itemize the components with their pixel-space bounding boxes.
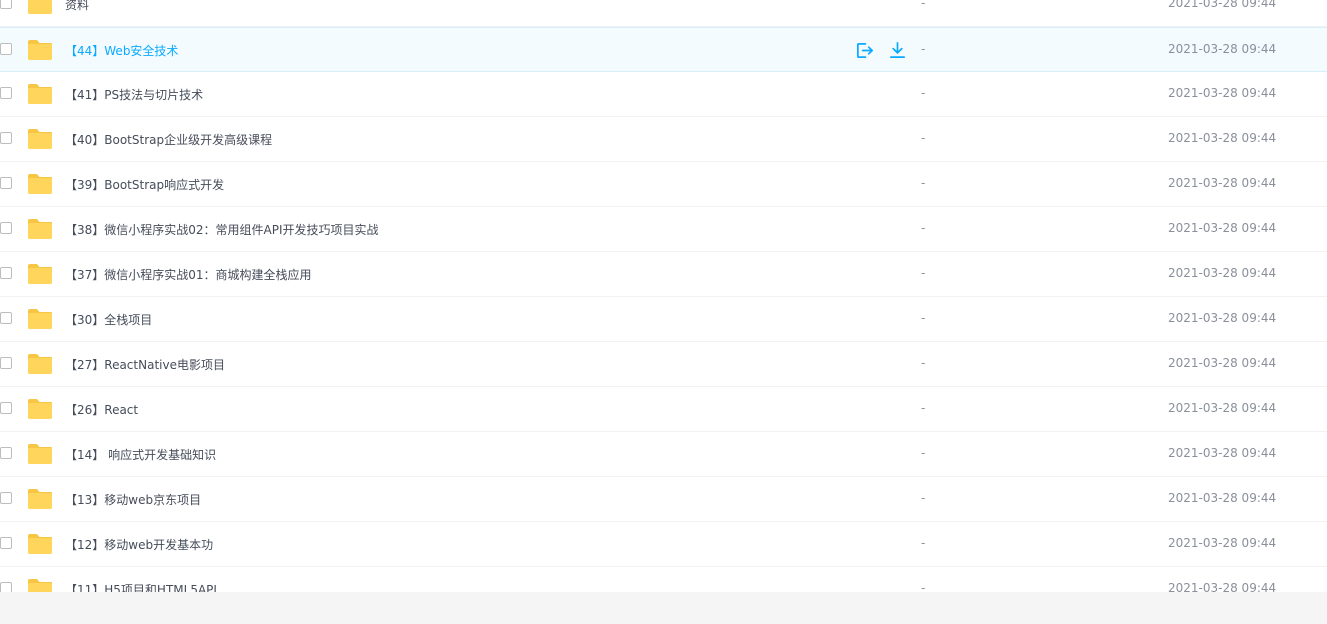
folder-icon [28,534,52,554]
file-row[interactable]: 【41】PS技法与切片技术 - 2021-03-28 09:44 [0,72,1327,117]
file-modified-date: 2021-03-28 09:44 [1168,491,1277,505]
file-size: - [921,311,926,325]
file-size: - [921,42,926,56]
file-name[interactable]: 【37】微信小程序实战01：商城构建全栈应用 [65,266,312,283]
file-modified-date: 2021-03-28 09:44 [1168,86,1277,100]
file-size: - [921,221,926,235]
file-row[interactable]: 【40】BootStrap企业级开发高级课程 - 2021-03-28 09:4… [0,117,1327,162]
file-size: - [921,131,926,145]
file-row[interactable]: 【37】微信小程序实战01：商城构建全栈应用 - 2021-03-28 09:4… [0,252,1327,297]
share-icon [856,42,873,59]
file-name[interactable]: 【38】微信小程序实战02：常用组件API开发技巧项目实战 [65,221,379,238]
file-size: - [921,536,926,550]
file-modified-date: 2021-03-28 09:44 [1168,266,1277,280]
file-modified-date: 2021-03-28 09:44 [1168,311,1277,325]
file-size: - [921,86,926,100]
folder-icon [28,0,52,14]
row-checkbox[interactable] [0,267,12,279]
folder-icon [28,264,52,284]
file-row[interactable]: 【27】ReactNative电影项目 - 2021-03-28 09:44 [0,342,1327,387]
file-modified-date: 2021-03-28 09:44 [1168,536,1277,550]
file-row[interactable]: 资料 - 2021-03-28 09:44 [0,0,1327,27]
folder-icon [28,489,52,509]
file-size: - [921,356,926,370]
file-size: - [921,581,926,592]
download-button[interactable] [888,41,907,60]
file-size: - [921,491,926,505]
share-button[interactable] [855,41,874,60]
folder-icon [28,219,52,239]
file-name[interactable]: 【26】React [65,401,138,418]
file-row[interactable]: 【12】移动web开发基本功 - 2021-03-28 09:44 [0,522,1327,567]
file-row[interactable]: 【38】微信小程序实战02：常用组件API开发技巧项目实战 - 2021-03-… [0,207,1327,252]
row-checkbox[interactable] [0,0,12,9]
row-checkbox[interactable] [0,312,12,324]
file-row[interactable]: 【26】React - 2021-03-28 09:44 [0,387,1327,432]
file-name[interactable]: 【40】BootStrap企业级开发高级课程 [65,131,272,148]
folder-icon [28,129,52,149]
folder-icon [28,354,52,374]
file-size: - [921,0,926,10]
file-row[interactable]: 【39】BootStrap响应式开发 - 2021-03-28 09:44 [0,162,1327,207]
file-name[interactable]: 【14】 响应式开发基础知识 [65,446,216,463]
folder-icon [28,579,52,592]
row-checkbox[interactable] [0,492,12,504]
file-modified-date: 2021-03-28 09:44 [1168,176,1277,190]
file-row[interactable]: 【13】移动web京东项目 - 2021-03-28 09:44 [0,477,1327,522]
file-name[interactable]: 【30】全栈项目 [65,311,152,328]
folder-icon [28,40,52,60]
file-modified-date: 2021-03-28 09:44 [1168,42,1277,56]
file-name[interactable]: 【44】Web安全技术 [65,42,178,59]
file-size: - [921,266,926,280]
file-list-viewport: 资料 - 2021-03-28 09:44 【44】Web安全技术 - 2021… [0,0,1327,592]
file-row[interactable]: 【14】 响应式开发基础知识 - 2021-03-28 09:44 [0,432,1327,477]
file-name[interactable]: 【13】移动web京东项目 [65,491,201,508]
file-name[interactable]: 【39】BootStrap响应式开发 [65,176,224,193]
file-name[interactable]: 【27】ReactNative电影项目 [65,356,225,373]
file-row[interactable]: 【44】Web安全技术 - 2021-03-28 09:44 [0,27,1327,72]
row-checkbox[interactable] [0,132,12,144]
row-checkbox[interactable] [0,537,12,549]
folder-icon [28,174,52,194]
file-name[interactable]: 【11】H5项目和HTML5API [65,581,217,592]
bottom-area [0,592,1327,624]
file-modified-date: 2021-03-28 09:44 [1168,581,1277,592]
file-size: - [921,446,926,460]
row-checkbox[interactable] [0,222,12,234]
row-checkbox[interactable] [0,447,12,459]
file-name[interactable]: 资料 [65,0,89,13]
row-checkbox[interactable] [0,87,12,99]
row-checkbox[interactable] [0,582,12,592]
row-checkbox[interactable] [0,402,12,414]
file-size: - [921,176,926,190]
row-actions [855,41,907,61]
file-modified-date: 2021-03-28 09:44 [1168,356,1277,370]
folder-icon [28,309,52,329]
folder-icon [28,84,52,104]
file-modified-date: 2021-03-28 09:44 [1168,221,1277,235]
row-checkbox[interactable] [0,43,12,55]
file-size: - [921,401,926,415]
file-modified-date: 2021-03-28 09:44 [1168,401,1277,415]
folder-icon [28,444,52,464]
file-row[interactable]: 【11】H5项目和HTML5API - 2021-03-28 09:44 [0,567,1327,592]
file-modified-date: 2021-03-28 09:44 [1168,131,1277,145]
file-row[interactable]: 【30】全栈项目 - 2021-03-28 09:44 [0,297,1327,342]
file-name[interactable]: 【41】PS技法与切片技术 [65,86,203,103]
row-checkbox[interactable] [0,357,12,369]
row-checkbox[interactable] [0,177,12,189]
folder-icon [28,399,52,419]
file-list: 资料 - 2021-03-28 09:44 【44】Web安全技术 - 2021… [0,0,1327,592]
file-modified-date: 2021-03-28 09:44 [1168,446,1277,460]
file-modified-date: 2021-03-28 09:44 [1168,0,1277,10]
download-icon [889,42,906,59]
file-name[interactable]: 【12】移动web开发基本功 [65,536,213,553]
